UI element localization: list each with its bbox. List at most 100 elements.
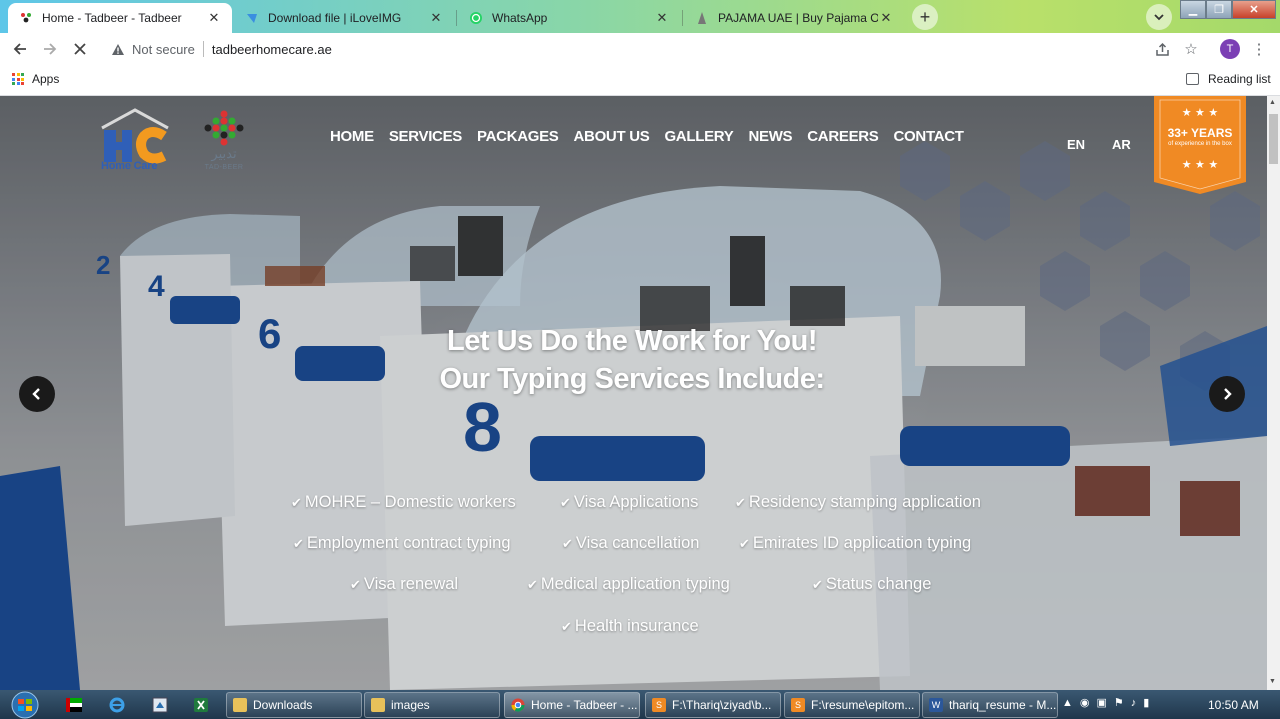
chevron-left-icon bbox=[32, 388, 40, 400]
hero-section: 6 8 4 2 Home Care تدبير TAD-BEER HOME SE… bbox=[0, 96, 1267, 690]
experience-badge: ★ ★ ★ ★ ★ ★ 33+ YEARS of experience in t… bbox=[1154, 96, 1246, 194]
tab-separator bbox=[682, 10, 683, 26]
tab-whatsapp[interactable]: WhatsApp ✕ bbox=[458, 3, 680, 33]
tadbeer-logo-arabic: تدبير bbox=[211, 146, 237, 161]
nav-services[interactable]: SERVICES bbox=[389, 128, 462, 145]
scrollbar-thumb[interactable] bbox=[1269, 114, 1278, 164]
flag-pinned-icon[interactable] bbox=[64, 695, 84, 715]
taskbar-item-label: Home - Tadbeer - ... bbox=[531, 698, 638, 712]
tab-separator bbox=[456, 10, 457, 26]
service-label: Visa cancellation bbox=[575, 534, 700, 552]
tab-title: Home - Tadbeer - Tadbeer bbox=[42, 11, 182, 25]
tab-pajama[interactable]: PAJAMA UAE | Buy Pajama Online ✕ bbox=[684, 3, 904, 33]
bookmark-star-icon[interactable]: ☆ bbox=[1182, 40, 1200, 58]
carousel-prev-button[interactable] bbox=[19, 376, 55, 412]
nav-packages[interactable]: PACKAGES bbox=[477, 128, 559, 145]
service-item: ✔ Residency stamping application bbox=[735, 493, 981, 512]
nav-contact[interactable]: CONTACT bbox=[894, 128, 964, 145]
signal-strength-icon[interactable]: ▮ bbox=[1143, 696, 1149, 709]
taskbar-item-downloads[interactable]: Downloads bbox=[226, 692, 362, 718]
check-icon: ✔ bbox=[293, 536, 304, 551]
service-item: ✔ Emirates ID application typing bbox=[739, 534, 971, 553]
windows-start-icon[interactable] bbox=[8, 691, 42, 719]
profile-avatar[interactable]: T bbox=[1220, 39, 1240, 59]
word-icon: W bbox=[929, 698, 943, 712]
browser-toolbar: Not secure tadbeerhomecare.ae ☆ T ⋮ bbox=[0, 33, 1280, 65]
window-close-button[interactable]: ✕ bbox=[1232, 0, 1276, 19]
back-arrow-icon[interactable] bbox=[10, 39, 30, 59]
excel-icon[interactable] bbox=[191, 695, 211, 715]
reading-list-button[interactable]: Reading list bbox=[1186, 72, 1271, 86]
share-icon[interactable] bbox=[1153, 40, 1171, 58]
check-icon: ✔ bbox=[562, 536, 573, 551]
home-care-logo-text: Home Care bbox=[101, 160, 158, 172]
badge-subtitle: of experience in the box bbox=[1168, 141, 1232, 147]
language-en[interactable]: EN bbox=[1067, 137, 1085, 152]
forward-arrow-icon[interactable] bbox=[40, 39, 60, 59]
service-label: Status change bbox=[825, 575, 932, 593]
nav-about-us[interactable]: ABOUT US bbox=[574, 128, 650, 145]
taskbar-item-label: thariq_resume - M... bbox=[949, 698, 1057, 712]
address-bar[interactable]: Not secure tadbeerhomecare.ae bbox=[102, 36, 1142, 62]
svg-text:★ ★ ★: ★ ★ ★ bbox=[1182, 158, 1219, 171]
nav-news[interactable]: NEWS bbox=[748, 128, 792, 145]
carousel-next-button[interactable] bbox=[1209, 376, 1245, 412]
page-scrollbar[interactable]: ▲ ▼ bbox=[1267, 96, 1280, 690]
nav-gallery[interactable]: GALLERY bbox=[664, 128, 733, 145]
volume-icon[interactable]: ♪ bbox=[1131, 697, 1137, 709]
nav-careers[interactable]: CAREERS bbox=[807, 128, 879, 145]
close-tab-icon[interactable]: ✕ bbox=[654, 10, 670, 26]
sublime-text-icon: S bbox=[652, 698, 666, 712]
browser-tab-strip: Home - Tadbeer - Tadbeer ✕ Download file… bbox=[0, 0, 1280, 33]
windows-taskbar: Downloads images Home - Tadbeer - ... S … bbox=[0, 690, 1280, 719]
scroll-up-icon[interactable]: ▲ bbox=[1269, 99, 1276, 106]
scroll-down-icon[interactable]: ▼ bbox=[1269, 678, 1276, 685]
service-item: ✔ Health insurance bbox=[561, 617, 699, 636]
tab-tadbeer[interactable]: Home - Tadbeer - Tadbeer ✕ bbox=[8, 3, 232, 33]
show-hidden-icons-icon[interactable]: ▲ bbox=[1062, 697, 1073, 709]
language-ar[interactable]: AR bbox=[1112, 137, 1131, 152]
tab-search-button[interactable] bbox=[1146, 4, 1172, 30]
tab-ilovimg[interactable]: Download file | iLoveIMG ✕ bbox=[234, 3, 454, 33]
system-tray: ▲ ◉ ▣ ⚑ ♪ ▮ bbox=[1062, 696, 1149, 710]
minimize-button[interactable]: ▁ bbox=[1180, 0, 1206, 19]
network-adapter-icon[interactable]: ▣ bbox=[1097, 696, 1107, 709]
more-menu-icon[interactable]: ⋮ bbox=[1250, 40, 1268, 58]
tab-title: WhatsApp bbox=[492, 11, 548, 25]
action-center-flag-icon[interactable]: ⚑ bbox=[1114, 696, 1124, 709]
taskbar-item-label: F:\Thariq\ziyad\b... bbox=[672, 698, 772, 712]
taskbar-item-sublime-1[interactable]: S F:\Thariq\ziyad\b... bbox=[645, 692, 781, 718]
taskbar-item-sublime-2[interactable]: S F:\resume\epitom... bbox=[784, 692, 920, 718]
close-tab-icon[interactable]: ✕ bbox=[206, 10, 222, 26]
taskbar-item-word[interactable]: W thariq_resume - M... bbox=[922, 692, 1058, 718]
nav-home[interactable]: HOME bbox=[330, 128, 374, 145]
close-tab-icon[interactable]: ✕ bbox=[878, 10, 894, 26]
hero-headline-line1: Let Us Do the Work for You! bbox=[447, 325, 817, 357]
apps-shortcut[interactable]: Apps bbox=[12, 72, 59, 86]
url-text[interactable]: tadbeerhomecare.ae bbox=[212, 42, 332, 57]
service-label: Emirates ID application typing bbox=[752, 534, 972, 552]
taskbar-item-chrome[interactable]: Home - Tadbeer - ... bbox=[504, 692, 640, 718]
stop-loading-icon[interactable] bbox=[70, 39, 90, 59]
service-item: ✔ Visa cancellation bbox=[562, 534, 699, 553]
service-item: ✔ Visa renewal bbox=[350, 575, 458, 594]
whatsapp-favicon-icon bbox=[468, 10, 484, 26]
warning-triangle-icon[interactable] bbox=[110, 42, 126, 56]
check-icon: ✔ bbox=[560, 495, 571, 510]
close-tab-icon[interactable]: ✕ bbox=[428, 10, 444, 26]
reading-list-icon bbox=[1186, 73, 1199, 85]
taskbar-clock[interactable]: 10:50 AM bbox=[1208, 698, 1259, 712]
service-label: Residency stamping application bbox=[748, 493, 981, 511]
paint-app-icon[interactable] bbox=[150, 695, 170, 715]
taskbar-item-label: F:\resume\epitom... bbox=[811, 698, 915, 712]
service-label: Visa renewal bbox=[363, 575, 459, 593]
service-label: MOHRE – Domestic workers bbox=[304, 493, 516, 511]
internet-explorer-icon[interactable] bbox=[107, 695, 127, 715]
service-item: ✔ Status change bbox=[812, 575, 931, 594]
new-tab-button[interactable]: + bbox=[912, 4, 938, 30]
window-controls: ▁ ❐ ✕ bbox=[1180, 0, 1276, 20]
check-icon: ✔ bbox=[812, 577, 823, 592]
chrome-tray-icon[interactable]: ◉ bbox=[1080, 696, 1090, 709]
taskbar-item-images[interactable]: images bbox=[364, 692, 500, 718]
maximize-button[interactable]: ❐ bbox=[1206, 0, 1232, 19]
